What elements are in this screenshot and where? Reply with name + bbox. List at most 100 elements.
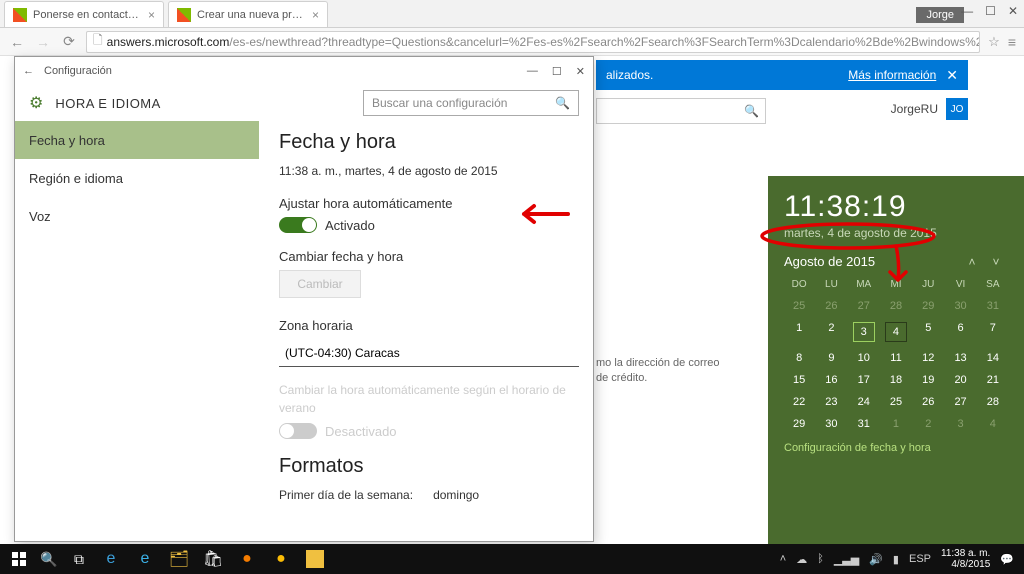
calendar-day[interactable]: 22 <box>784 396 814 408</box>
app-edge-icon[interactable]: e <box>94 544 128 574</box>
app-chrome-icon[interactable]: ● <box>264 544 298 574</box>
calendar-settings-link[interactable]: Configuración de fecha y hora <box>784 442 1008 454</box>
calendar-day[interactable]: 28 <box>881 300 911 312</box>
browser-tab[interactable]: Crear una nueva pregunta × <box>168 1 328 27</box>
taskbar-apps: e e 🗂 🛍 ● ● <box>94 544 332 574</box>
minimize-icon[interactable]: — <box>961 4 973 18</box>
chrome-menu-icon[interactable]: ≡ <box>1008 34 1016 50</box>
site-user[interactable]: JorgeRU JO <box>891 98 968 120</box>
tray-language[interactable]: ESP <box>909 553 931 565</box>
banner-close-icon[interactable]: ✕ <box>946 67 958 84</box>
calendar-day[interactable]: 28 <box>978 396 1008 408</box>
calendar-day[interactable]: 30 <box>945 300 975 312</box>
close-icon[interactable]: ✕ <box>1008 4 1018 18</box>
tray-onedrive-icon[interactable]: ☁ <box>796 553 807 566</box>
current-datetime: 11:38 a. m., martes, 4 de agosto de 2015 <box>279 164 573 178</box>
calendar-day[interactable]: 11 <box>881 352 911 364</box>
calendar-day[interactable]: 10 <box>849 352 879 364</box>
calendar-day[interactable]: 26 <box>816 300 846 312</box>
banner-link[interactable]: Más información <box>848 68 936 82</box>
maximize-icon[interactable]: ☐ <box>552 65 562 78</box>
app-ie-icon[interactable]: e <box>128 544 162 574</box>
calendar-day[interactable]: 23 <box>816 396 846 408</box>
tray-battery-icon[interactable]: ▮ <box>893 553 899 566</box>
settings-search-input[interactable]: Buscar una configuración 🔍 <box>363 90 579 116</box>
calendar-day[interactable]: 15 <box>784 374 814 386</box>
app-firefox-icon[interactable]: ● <box>230 544 264 574</box>
nav-item-voz[interactable]: Voz <box>15 197 259 235</box>
calendar-day[interactable]: 31 <box>849 418 879 430</box>
calendar-day[interactable]: 25 <box>784 300 814 312</box>
calendar-day[interactable]: 3 <box>853 322 875 342</box>
calendar-day[interactable]: 12 <box>913 352 943 364</box>
settings-titlebar[interactable]: ← Configuración — ☐ ✕ <box>15 57 593 85</box>
chrome-profile-chip[interactable]: Jorge <box>916 7 964 23</box>
chevron-up-icon[interactable]: ˄ <box>960 255 984 269</box>
nav-item-fecha-hora[interactable]: Fecha y hora <box>15 121 259 159</box>
app-generic-icon[interactable] <box>298 544 332 574</box>
timezone-select[interactable]: (UTC-04:30) Caracas <box>279 339 579 367</box>
tray-chevron-icon[interactable]: ˄ <box>780 553 786 565</box>
calendar-dow: JU <box>913 279 943 290</box>
calendar-day[interactable]: 27 <box>945 396 975 408</box>
calendar-day[interactable]: 26 <box>913 396 943 408</box>
close-icon[interactable]: ✕ <box>576 65 585 78</box>
maximize-icon[interactable]: ☐ <box>985 4 996 18</box>
calendar-day[interactable]: 17 <box>849 374 879 386</box>
nav-item-region-idioma[interactable]: Región e idioma <box>15 159 259 197</box>
calendar-month-label[interactable]: Agosto de 2015 <box>784 254 875 269</box>
calendar-day[interactable]: 19 <box>913 374 943 386</box>
calendar-day[interactable]: 3 <box>945 418 975 430</box>
app-store-icon[interactable]: 🛍 <box>196 544 230 574</box>
address-bar[interactable]: 🗋 answers.microsoft.com/es-es/newthread?… <box>86 31 980 53</box>
taskbar-clock[interactable]: 11:38 a. m. 4/8/2015 <box>941 548 990 570</box>
calendar-month-header: Agosto de 2015 ˄ ˅ <box>784 254 1008 269</box>
search-icon[interactable]: 🔍 <box>34 544 64 574</box>
calendar-day[interactable]: 25 <box>881 396 911 408</box>
change-datetime-label: Cambiar fecha y hora <box>279 249 573 264</box>
calendar-day[interactable]: 13 <box>945 352 975 364</box>
tray-network-icon[interactable]: ▁▃▅ <box>834 553 859 566</box>
calendar-day[interactable]: 2 <box>913 418 943 430</box>
calendar-day[interactable]: 29 <box>913 300 943 312</box>
calendar-day[interactable]: 31 <box>978 300 1008 312</box>
task-view-icon[interactable]: ⧉ <box>64 544 94 574</box>
reload-icon[interactable]: ⟳ <box>60 33 78 50</box>
app-explorer-icon[interactable]: 🗂 <box>162 544 196 574</box>
calendar-day[interactable]: 27 <box>849 300 879 312</box>
calendar-day[interactable]: 9 <box>816 352 846 364</box>
tray-notifications-icon[interactable]: 💬 <box>1000 553 1014 566</box>
calendar-day[interactable]: 5 <box>913 322 943 342</box>
calendar-day[interactable]: 1 <box>784 322 814 342</box>
tab-close-icon[interactable]: × <box>148 8 155 22</box>
tray-volume-icon[interactable]: 🔊 <box>869 553 883 566</box>
tab-close-icon[interactable]: × <box>312 8 319 22</box>
forward-icon[interactable]: → <box>34 34 52 50</box>
settings-back-icon[interactable]: ← <box>23 65 34 77</box>
calendar-day[interactable]: 21 <box>978 374 1008 386</box>
minimize-icon[interactable]: — <box>527 65 538 78</box>
bookmark-icon[interactable]: ☆ <box>988 34 1000 50</box>
calendar-day[interactable]: 29 <box>784 418 814 430</box>
browser-tab[interactable]: Ponerse en contacto con × <box>4 1 164 27</box>
tray-bluetooth-icon[interactable]: ᛒ <box>817 553 824 565</box>
calendar-day[interactable]: 20 <box>945 374 975 386</box>
calendar-day[interactable]: 16 <box>816 374 846 386</box>
site-search-input[interactable]: 🔍 <box>596 98 766 124</box>
start-button[interactable] <box>4 544 34 574</box>
calendar-day[interactable]: 14 <box>978 352 1008 364</box>
calendar-day[interactable]: 4 <box>885 322 907 342</box>
calendar-day[interactable]: 18 <box>881 374 911 386</box>
calendar-day[interactable]: 4 <box>978 418 1008 430</box>
calendar-day[interactable]: 6 <box>945 322 975 342</box>
chevron-down-icon[interactable]: ˅ <box>984 255 1008 269</box>
calendar-day[interactable]: 24 <box>849 396 879 408</box>
calendar-day[interactable]: 1 <box>881 418 911 430</box>
calendar-day[interactable]: 2 <box>816 322 846 342</box>
calendar-flyout: 11:38:19 martes, 4 de agosto de 2015 Ago… <box>768 176 1024 546</box>
calendar-day[interactable]: 8 <box>784 352 814 364</box>
calendar-day[interactable]: 7 <box>978 322 1008 342</box>
calendar-day[interactable]: 30 <box>816 418 846 430</box>
auto-time-toggle[interactable]: Activado <box>279 217 573 233</box>
back-icon[interactable]: ← <box>8 34 26 50</box>
